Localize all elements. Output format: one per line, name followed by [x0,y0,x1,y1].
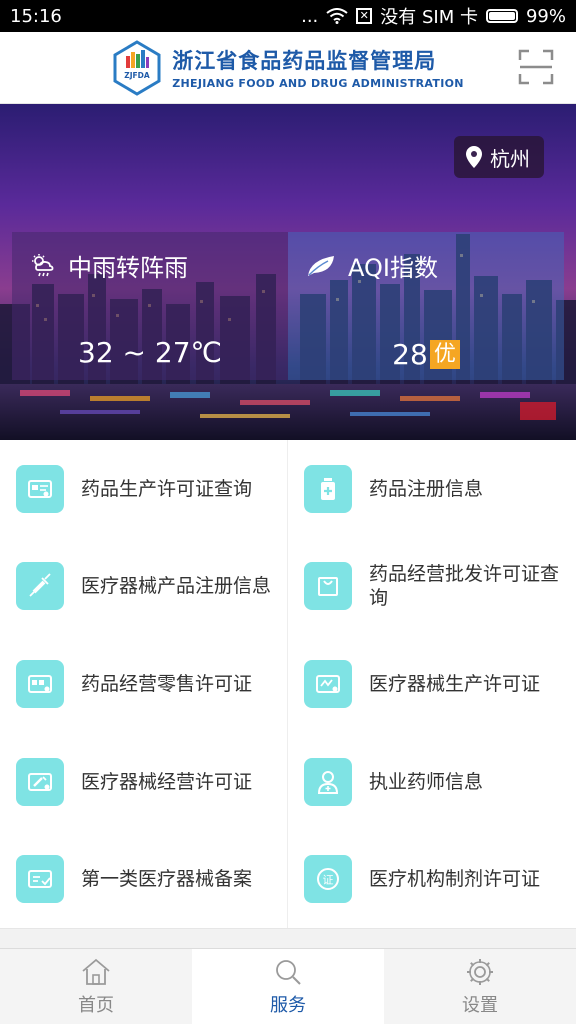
medicine-bottle-icon [304,464,352,513]
section-gap [0,928,576,948]
weather-title: 中雨转阵雨 [30,248,188,283]
service-item-drug-production-license[interactable]: 药品生产许可证查询 [0,440,288,538]
battery-icon [485,9,518,23]
cloud-rain-icon [32,253,54,276]
brand-title-en: ZHEJIANG FOOD AND DRUG ADMINISTRATION [172,77,464,90]
license-card-icon [16,464,64,513]
service-grid: 药品生产许可证查询 药品注册信息 医疗器械产品注册信息 药品经营批发许可证查询 … [0,440,576,928]
brand-logo: ZJFDA 浙江省食品药品监督管理局 ZHEJIANG FOOD AND DRU… [112,39,464,96]
status-icons: ... ✕ 没有 SIM 卡 99% [301,3,566,29]
status-time: 15:16 [10,5,62,27]
record-icon [16,855,64,904]
service-label: 医疗器械产品注册信息 [81,575,272,598]
service-label: 医疗器械经营许可证 [81,770,253,793]
location-button[interactable]: 杭州 [454,136,544,178]
aqi-label: AQI指数 [348,254,438,282]
scan-icon[interactable] [518,49,554,85]
location-pin-icon [466,146,482,168]
tab-label: 首页 [78,994,114,1016]
service-item-device-operation-license[interactable]: 医疗器械经营许可证 [0,733,288,831]
weather-card[interactable]: 中雨转阵雨 32 ~ 27℃ [12,232,288,380]
service-item-drug-registration[interactable]: 药品注册信息 [288,440,576,538]
status-bar: 15:16 ... ✕ 没有 SIM 卡 99% [0,0,576,32]
home-icon [82,958,110,985]
tab-home[interactable]: 首页 [0,949,192,1024]
search-icon [276,959,301,985]
no-sim-icon: ✕ [356,8,373,24]
service-item-device-product-registration[interactable]: 医疗器械产品注册信息 [0,538,288,636]
notification-dots: ... [301,5,319,27]
operation-license-icon [16,757,64,806]
location-label: 杭州 [490,146,530,171]
aqi-card[interactable]: AQI指数 28 优 [288,232,564,380]
pharmacist-icon [304,757,352,806]
production-license-icon [304,659,352,708]
service-label: 药品经营零售许可证 [81,672,253,695]
brand-text: 浙江省食品药品监督管理局 ZHEJIANG FOOD AND DRUG ADMI… [172,45,464,90]
logo-abbr: ZJFDA [125,71,151,80]
weather-banner: 杭州 中雨转阵雨 32 ~ 27℃ AQI指数 28 优 [0,104,576,440]
fda-logo-icon: ZJFDA [113,39,161,96]
aqi-level-badge: 优 [429,340,460,369]
service-label: 药品经营批发许可证查询 [369,563,560,610]
app-header: ZJFDA 浙江省食品药品监督管理局 ZHEJIANG FOOD AND DRU… [0,32,576,104]
wifi-icon [326,8,348,24]
service-item-wholesale-license[interactable]: 药品经营批发许可证查询 [288,538,576,636]
tab-settings[interactable]: 设置 [384,949,576,1024]
service-item-class-one-device-record[interactable]: 第一类医疗器械备案 [0,830,288,928]
weather-condition: 中雨转阵雨 [68,254,188,282]
service-label: 医疗机构制剂许可证 [369,868,541,891]
service-label: 第一类医疗器械备案 [81,868,253,891]
tab-services[interactable]: 服务 [192,949,384,1024]
shopping-bag-icon [304,562,352,611]
certificate-icon: 证 [304,855,352,904]
battery-percent: 99% [525,5,566,27]
leaf-icon [308,255,334,276]
carrier-text: 没有 SIM 卡 [380,7,478,28]
aqi-title: AQI指数 [306,248,438,283]
aqi-value: 28 [392,338,428,371]
service-label: 医疗器械生产许可证 [369,672,541,695]
service-item-medical-institution-preparation-license[interactable]: 证 医疗机构制剂许可证 [288,830,576,928]
service-label: 药品注册信息 [369,477,484,500]
tab-label: 服务 [270,994,306,1016]
service-item-retail-license[interactable]: 药品经营零售许可证 [0,635,288,733]
syringe-icon [16,562,64,611]
svg-text:证: 证 [323,874,334,887]
bottom-tab-bar: 首页 服务 设置 [0,948,576,1024]
service-item-pharmacist-info[interactable]: 执业药师信息 [288,733,576,831]
aqi-reading: 28 优 [288,336,564,371]
retail-license-icon [16,659,64,708]
service-label: 执业药师信息 [369,770,484,793]
grid-divider [287,440,288,928]
brand-title-cn: 浙江省食品药品监督管理局 [172,49,437,73]
gear-icon [467,958,493,985]
temperature-range: 32 ~ 27℃ [78,336,222,369]
tab-label: 设置 [462,994,498,1016]
service-item-device-production-license[interactable]: 医疗器械生产许可证 [288,635,576,733]
service-label: 药品生产许可证查询 [81,477,253,500]
